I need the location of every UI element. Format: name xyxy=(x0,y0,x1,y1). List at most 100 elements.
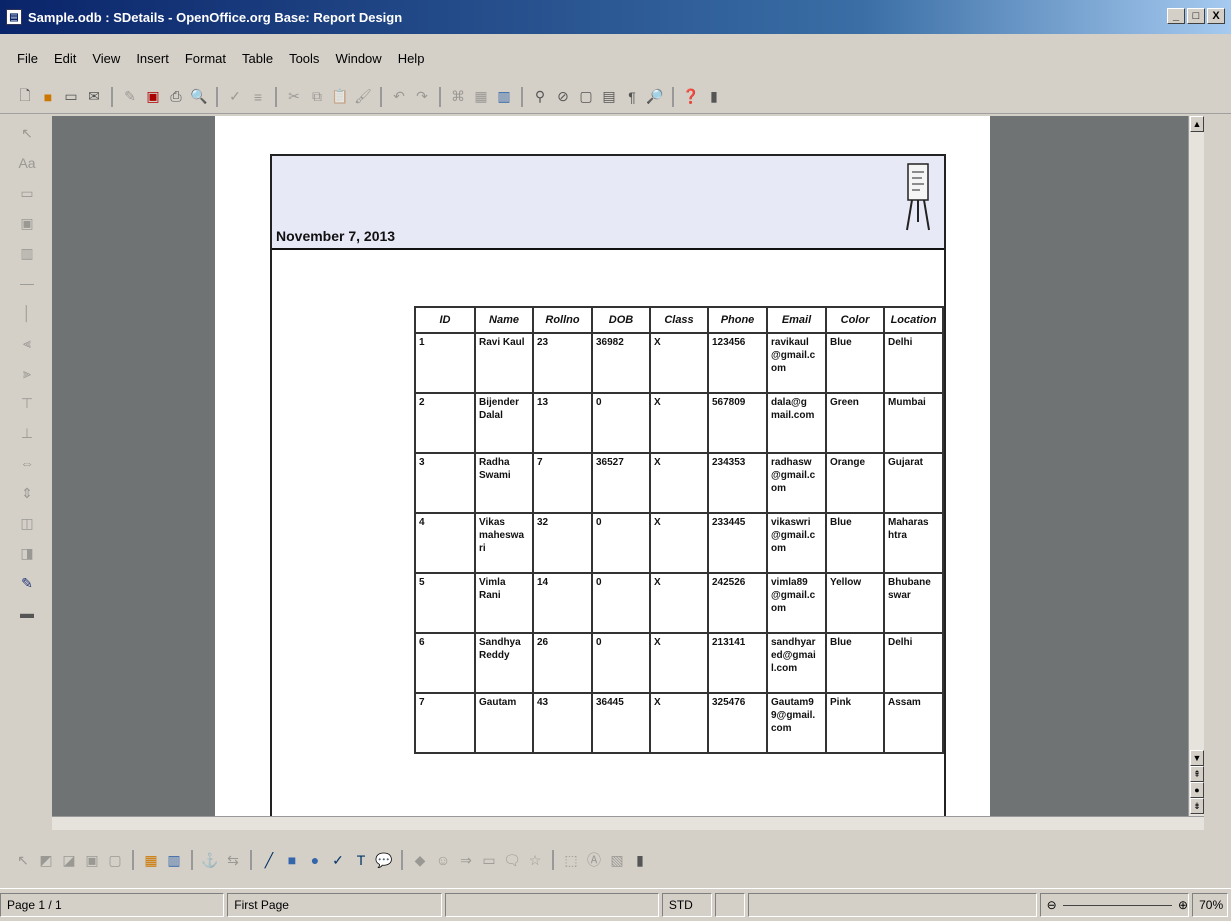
table-cell[interactable]: dala@g mail.com xyxy=(766,392,827,454)
cut-icon[interactable]: ✂ xyxy=(285,88,303,106)
symbol-shapes-icon[interactable]: ☺ xyxy=(434,851,452,869)
table-cell[interactable]: X xyxy=(649,632,709,694)
export-pdf-icon[interactable]: ▣ xyxy=(144,88,162,106)
table-cell[interactable]: 2 xyxy=(414,392,476,454)
image-control-icon[interactable]: ▣ xyxy=(14,210,40,236)
table-cell[interactable]: Pink xyxy=(825,692,885,754)
label-field-icon[interactable]: Aa xyxy=(14,150,40,176)
table-cell[interactable]: Vimla Rani xyxy=(474,572,534,634)
greatest-width-icon[interactable]: ◨ xyxy=(14,540,40,566)
basic-shapes-icon[interactable]: ◆ xyxy=(411,851,429,869)
table-cell[interactable]: 1 xyxy=(414,332,476,394)
table-cell[interactable]: 36445 xyxy=(591,692,651,754)
table-cell[interactable]: Gautam xyxy=(474,692,534,754)
table-cell[interactable]: 13 xyxy=(532,392,593,454)
report-date[interactable]: November 7, 2013 xyxy=(276,228,395,244)
scroll-up-icon[interactable]: ▲ xyxy=(1190,116,1204,132)
table-cell[interactable]: X xyxy=(649,572,709,634)
zoom-slider[interactable]: ⊖ ⊕ xyxy=(1039,893,1190,917)
table-cell[interactable]: 7 xyxy=(414,692,476,754)
report-header-section[interactable]: November 7, 2013 xyxy=(272,156,944,250)
table-cell[interactable]: vimla89 @gmail.c om xyxy=(766,572,827,634)
find-replace-icon[interactable]: ⚲ xyxy=(531,88,549,106)
table-cell[interactable]: X xyxy=(649,512,709,574)
table-cell[interactable]: vikaswri @gmail.c om xyxy=(766,512,827,574)
table-cell[interactable]: X xyxy=(649,332,709,394)
text-box-icon[interactable]: ▭ xyxy=(14,180,40,206)
table-cell[interactable]: 6 xyxy=(414,632,476,694)
minimize-button[interactable]: _ xyxy=(1167,8,1185,24)
new-document-icon[interactable]: 🗋 xyxy=(16,87,34,106)
select-icon[interactable]: ↖ xyxy=(14,120,40,146)
datasources-icon[interactable]: ▤ xyxy=(600,88,618,106)
column-header[interactable]: Email xyxy=(766,306,827,334)
table-cell[interactable]: Yellow xyxy=(825,572,885,634)
text-icon[interactable]: T xyxy=(352,851,370,869)
page-indicator[interactable]: Page 1 / 1 xyxy=(0,893,225,917)
table-cell[interactable]: 0 xyxy=(591,572,651,634)
table-cell[interactable]: 325476 xyxy=(707,692,768,754)
align-right-icon[interactable]: ⫸ xyxy=(14,360,40,386)
table-cell[interactable]: Bhubane swar xyxy=(883,572,944,634)
flowchart-icon[interactable]: ▭ xyxy=(480,851,498,869)
report-body[interactable]: November 7, 2013 ID Name Rollno DOB Clas… xyxy=(270,154,946,816)
callout-icon[interactable]: 💬 xyxy=(375,851,393,869)
table-cell[interactable]: sandhyar ed@gmai l.com xyxy=(766,632,827,694)
table-cell[interactable]: Vikas maheswa ri xyxy=(474,512,534,574)
menu-file[interactable]: File xyxy=(14,49,41,68)
table-cell[interactable]: 7 xyxy=(532,452,593,514)
gallery-icon[interactable]: ▢ xyxy=(577,88,595,106)
table-cell[interactable]: 14 xyxy=(532,572,593,634)
points-icon[interactable]: ⬚ xyxy=(562,851,580,869)
table-cell[interactable]: Sandhya Reddy xyxy=(474,632,534,694)
block-arrows-icon[interactable]: ⇒ xyxy=(457,851,475,869)
close-button[interactable]: X xyxy=(1207,8,1225,24)
menu-window[interactable]: Window xyxy=(332,49,384,68)
table-cell[interactable]: X xyxy=(649,392,709,454)
zoom-level[interactable]: 70% xyxy=(1192,893,1229,917)
table-cell[interactable]: Gujarat xyxy=(883,452,944,514)
table-cell[interactable]: Delhi xyxy=(883,632,944,694)
paste-icon[interactable]: 📋 xyxy=(331,88,349,106)
table-cell[interactable]: ravikaul @gmail.c om xyxy=(766,332,827,394)
menu-insert[interactable]: Insert xyxy=(133,49,172,68)
help-icon[interactable]: ❓ xyxy=(682,88,700,106)
table-cell[interactable]: 233445 xyxy=(707,512,768,574)
table-cell[interactable]: radhasw @gmail.c om xyxy=(766,452,827,514)
group-icon[interactable]: ▣ xyxy=(83,851,101,869)
table-cell[interactable]: 242526 xyxy=(707,572,768,634)
extrusion-icon[interactable]: ▧ xyxy=(608,851,626,869)
zoom-icon[interactable]: 🔎 xyxy=(646,88,664,106)
column-header[interactable]: Color xyxy=(825,306,885,334)
smallest-width-icon[interactable]: ◫ xyxy=(14,510,40,536)
toolbar-handle-icon[interactable]: ▮ xyxy=(631,851,649,869)
send-back-icon[interactable]: ◪ xyxy=(60,851,78,869)
align-top-icon[interactable]: ⊤ xyxy=(14,390,40,416)
table-cell[interactable]: 213141 xyxy=(707,632,768,694)
table-cell[interactable]: Assam xyxy=(883,692,944,754)
fontwork-icon[interactable]: Ⓐ xyxy=(585,851,603,869)
column-header[interactable]: Phone xyxy=(707,306,768,334)
next-page-icon[interactable]: ⇟ xyxy=(1190,798,1204,814)
scroll-down-icon[interactable]: ▼ xyxy=(1190,750,1204,766)
table-cell[interactable]: Orange xyxy=(825,452,885,514)
hyperlink-icon[interactable]: ⌘ xyxy=(449,88,467,106)
table-cell[interactable]: 234353 xyxy=(707,452,768,514)
table-cell[interactable]: X xyxy=(649,452,709,514)
table-cell[interactable]: Green xyxy=(825,392,885,454)
column-header[interactable]: DOB xyxy=(591,306,651,334)
line-icon[interactable]: ╱ xyxy=(260,851,278,869)
align-bottom-icon[interactable]: ⊥ xyxy=(14,420,40,446)
menu-view[interactable]: View xyxy=(89,49,123,68)
menu-help[interactable]: Help xyxy=(395,49,428,68)
table-cell[interactable]: 3 xyxy=(414,452,476,514)
table-cell[interactable]: 5 xyxy=(414,572,476,634)
toolbar-handle-icon[interactable]: ▬ xyxy=(14,600,40,626)
show-draw-functions-icon[interactable]: ▥ xyxy=(495,88,513,106)
callouts-icon[interactable]: 🗨 xyxy=(503,851,521,869)
table-cell[interactable]: Blue xyxy=(825,332,885,394)
table-cell[interactable]: Gautam9 9@gmail. com xyxy=(766,692,827,754)
selection-mode[interactable]: STD xyxy=(661,893,712,917)
table-cell[interactable]: Radha Swami xyxy=(474,452,534,514)
undo-icon[interactable]: ↶ xyxy=(390,88,408,106)
